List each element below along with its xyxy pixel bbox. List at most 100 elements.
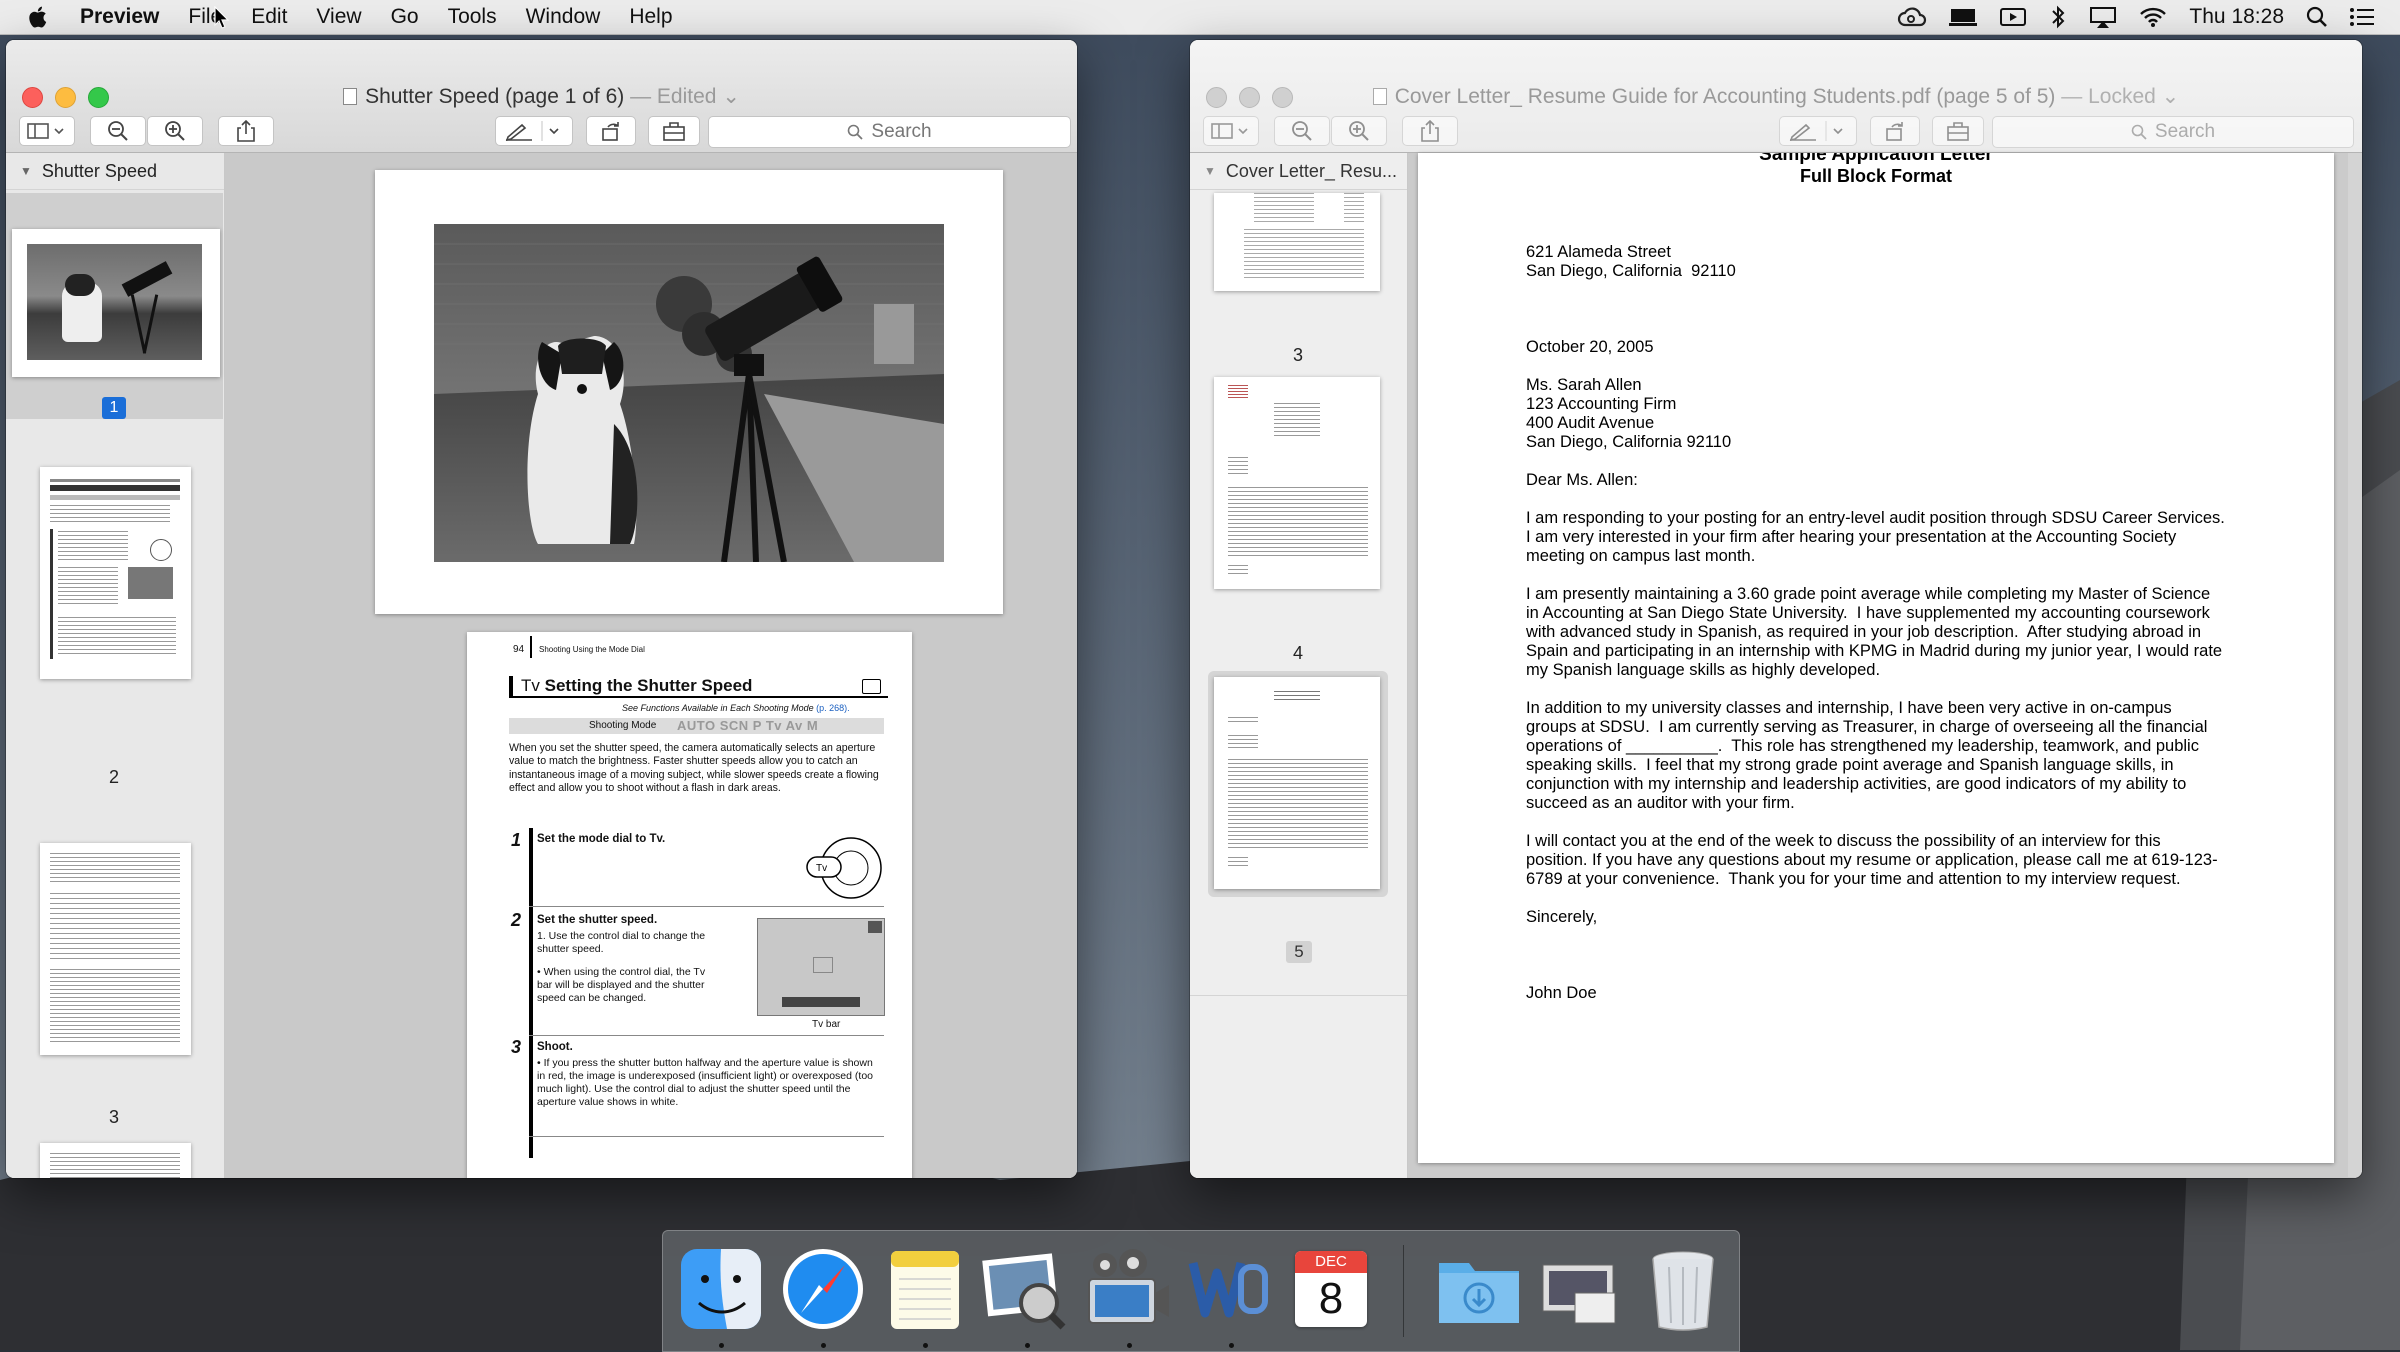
disclosure-triangle-icon[interactable]: ▼ (1204, 164, 1216, 178)
dock: DEC 8 (662, 1230, 1740, 1352)
page-thumbnail-5[interactable] (1214, 677, 1380, 889)
menu-go[interactable]: Go (391, 5, 419, 29)
document-icon (1372, 88, 1387, 105)
notes-icon[interactable] (879, 1243, 971, 1335)
word-icon[interactable] (1183, 1243, 1275, 1335)
toolbox-button[interactable] (648, 116, 700, 146)
thumbnail-sidebar[interactable]: ▼ Shutter Speed 1 2 3 (6, 153, 225, 1178)
sidebar-header[interactable]: ▼ Shutter Speed (6, 153, 224, 190)
search-field[interactable]: Search (708, 116, 1071, 148)
markup-button[interactable] (1779, 116, 1857, 146)
title-bar[interactable]: Cover Letter_ Resume Guide for Accountin… (1190, 40, 2362, 153)
pen-markup-icon (1789, 121, 1843, 141)
search-field[interactable]: Search (1992, 116, 2354, 148)
imovie-running-indicator (1127, 1343, 1132, 1348)
rotate-icon (1886, 122, 1903, 141)
share-icon (1421, 120, 1439, 142)
page-thumbnail-3[interactable] (1214, 193, 1380, 291)
spotlight-search-icon[interactable] (2306, 6, 2328, 28)
page-thumbnail-1[interactable] (12, 229, 220, 377)
thumbnail-sidebar[interactable]: ▼ Cover Letter_ Resu... 3 4 5 (1190, 153, 1408, 1178)
manual-intro: When you set the shutter speed, the came… (509, 742, 879, 795)
finder-icon[interactable] (675, 1243, 767, 1335)
vertical-scrollbar[interactable] (2348, 153, 2362, 1177)
sidebar-toggle-button[interactable] (19, 116, 75, 146)
document-canvas[interactable]: 94 Shooting Using the Mode Dial Tv Setti… (225, 153, 1077, 1178)
page-2: 94 Shooting Using the Mode Dial Tv Setti… (467, 632, 912, 1178)
notification-center-icon[interactable] (2350, 7, 2374, 27)
page-thumbnail-3[interactable] (40, 843, 191, 1055)
steps-rule (529, 828, 533, 1158)
sidebar-toggle-button[interactable] (1203, 116, 1259, 146)
page-thumbnail-4[interactable] (40, 1143, 191, 1178)
display-icon[interactable] (1949, 7, 1978, 27)
menu-view[interactable]: View (316, 5, 361, 29)
menu-app-name[interactable]: Preview (80, 5, 159, 29)
search-placeholder: Search (871, 121, 932, 142)
letter-salutation: Dear Ms. Allen: (1526, 471, 1638, 489)
finder-running-indicator (719, 1343, 724, 1348)
step-2-number: 2 (511, 910, 522, 930)
document-icon (343, 88, 358, 105)
page-thumbnail-2[interactable] (40, 467, 191, 679)
creative-cloud-icon[interactable] (1897, 7, 1927, 27)
window-title-text: Shutter Speed (page 1 of 6) (365, 85, 625, 108)
calendar-month: DEC (1295, 1251, 1367, 1273)
title-bar[interactable]: Shutter Speed (page 1 of 6) — Edited ⌄ S… (6, 40, 1077, 153)
rotate-icon (602, 122, 619, 141)
share-button[interactable] (218, 116, 274, 146)
imovie-icon[interactable] (1081, 1243, 1173, 1335)
calendar-icon[interactable]: DEC 8 (1285, 1243, 1377, 1335)
rotate-button[interactable] (1870, 116, 1920, 146)
step-2-instruction: 1. Use the control dial to change the sh… (537, 930, 706, 955)
svg-text:Tv: Tv (816, 863, 827, 874)
page-thumbnail-4[interactable] (1214, 377, 1380, 589)
share-icon (237, 120, 255, 142)
sender-address-line-2: San Diego, California 92110 (1526, 262, 1736, 280)
locked-status[interactable]: — Locked (2061, 85, 2156, 108)
lcd-screen-illustration (757, 918, 885, 1016)
zoom-in-button[interactable] (147, 116, 203, 146)
bluetooth-icon[interactable] (2049, 5, 2067, 29)
mouse-cursor-icon (214, 6, 230, 29)
menu-help[interactable]: Help (629, 5, 672, 29)
markup-button[interactable] (495, 116, 573, 146)
rotate-button[interactable] (586, 116, 636, 146)
sidebar-document-title: Cover Letter_ Resu... (1225, 160, 1397, 181)
safari-running-indicator (821, 1343, 826, 1348)
zoom-out-button[interactable] (1274, 116, 1330, 146)
page-number-2: 2 (108, 767, 119, 787)
sidebar-header[interactable]: ▼ Cover Letter_ Resu... (1190, 153, 1407, 190)
apple-menu-icon[interactable] (28, 5, 58, 29)
document-canvas[interactable]: Sample Application Letter Full Block For… (1408, 153, 2362, 1178)
menu-bar: Preview File Edit View Go Tools Window H… (0, 0, 2400, 35)
toolbox-icon (1947, 122, 1969, 141)
zoom-out-button[interactable] (90, 116, 146, 146)
step-3-text: • If you press the shutter button halfwa… (537, 1057, 873, 1108)
trash-icon[interactable] (1637, 1243, 1729, 1335)
toolbox-button[interactable] (1932, 116, 1984, 146)
screen-record-icon[interactable] (1999, 6, 2027, 28)
downloads-folder-icon[interactable] (1433, 1243, 1525, 1335)
airplay-icon[interactable] (2089, 6, 2117, 28)
zoom-in-button[interactable] (1331, 116, 1387, 146)
menubar-clock[interactable]: Thu 18:28 (2189, 5, 2284, 29)
safari-icon[interactable] (777, 1243, 869, 1335)
step-2-note: • When using the control dial, the Tv ba… (537, 966, 706, 1004)
share-button[interactable] (1402, 116, 1458, 146)
menu-window[interactable]: Window (526, 5, 601, 29)
mode-dial-illustration: Tv (806, 837, 882, 899)
step-1-title: Set the mode dial to Tv. (537, 833, 666, 845)
page-number-badge-5: 5 (1286, 941, 1312, 963)
tv-mode-label: Tv (521, 676, 540, 695)
screenshots-stack-icon[interactable] (1535, 1243, 1627, 1335)
see-page-link[interactable]: (p. 268). (816, 703, 850, 713)
wifi-icon[interactable] (2139, 6, 2167, 28)
disclosure-triangle-icon[interactable]: ▼ (20, 164, 32, 178)
preview-app-icon[interactable] (979, 1243, 1071, 1335)
chevron-down-icon[interactable]: ⌄ (716, 85, 740, 108)
menu-edit[interactable]: Edit (251, 5, 287, 29)
menu-tools[interactable]: Tools (448, 5, 497, 29)
chevron-down-icon[interactable]: ⌄ (2156, 85, 2180, 108)
edited-status[interactable]: — Edited (630, 85, 716, 108)
